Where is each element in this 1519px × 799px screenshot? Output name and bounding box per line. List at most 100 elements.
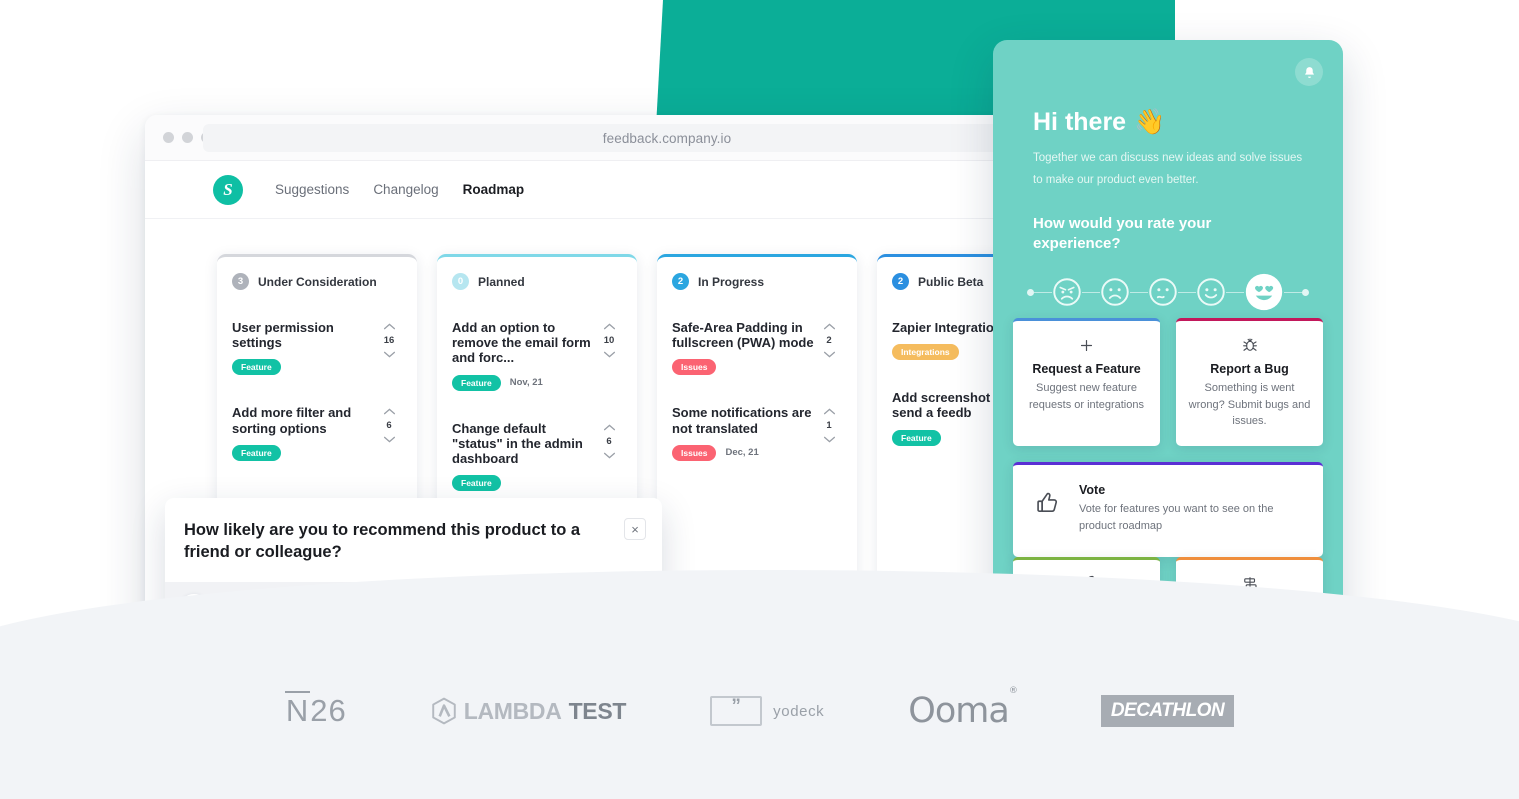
widget-rating-question: How would you rate your experience?	[1033, 214, 1212, 253]
card-title: Request a Feature	[1032, 362, 1141, 376]
chevron-up-icon[interactable]	[823, 407, 836, 416]
scale-line	[1178, 291, 1196, 294]
logo-n26: N26	[284, 691, 347, 729]
column-header: 3 Under Consideration	[232, 273, 402, 290]
tag-badge: Feature	[232, 444, 281, 461]
vote-control[interactable]: 10	[596, 320, 622, 391]
ooma-text: Ooma	[908, 691, 1010, 731]
column-count-badge: 0	[452, 273, 469, 290]
column-title: Public Beta	[918, 274, 984, 289]
card-date: Dec, 21	[725, 447, 759, 459]
scale-line	[1284, 291, 1302, 294]
logo-n26-number: 26	[310, 693, 347, 728]
chevron-up-icon[interactable]	[383, 322, 396, 331]
roadmap-card[interactable]: Change default "status" in the admin das…	[452, 421, 622, 492]
waving-hand-icon: 👋	[1134, 108, 1166, 136]
roadmap-card-title: Change default "status" in the admin das…	[452, 420, 583, 467]
yodeck-quote-icon: ”	[710, 696, 763, 726]
roadmap-card-title: Add an option to remove the email form a…	[452, 320, 591, 366]
card-title: Vote	[1079, 483, 1106, 498]
vote-control[interactable]: 16	[376, 320, 402, 375]
vote-control[interactable]: 6	[376, 405, 402, 460]
request-a-feature-card[interactable]: Request a Feature Suggest new feature re…	[1013, 318, 1160, 447]
plus-icon	[1025, 335, 1148, 355]
widget-greeting: Hi there 👋	[993, 40, 1343, 137]
roadmap-card[interactable]: Some notifications are not translated Is…	[672, 405, 842, 461]
tag-badge: Integrations	[892, 344, 959, 361]
page-root: feedback.company.io S Suggestions Change…	[0, 0, 1519, 799]
chevron-up-icon[interactable]	[823, 322, 836, 331]
roadmap-card-meta: Feature	[232, 444, 376, 461]
chevron-down-icon[interactable]	[383, 350, 396, 359]
nav-item-changelog[interactable]: Changelog	[373, 182, 438, 197]
scale-line	[1130, 291, 1148, 294]
widget-greeting-text: Hi there	[1033, 108, 1127, 136]
ooma-registered-icon: ®	[1008, 686, 1018, 697]
chevron-down-icon[interactable]	[603, 451, 616, 460]
logo-ooma: Ooma®	[908, 686, 1018, 731]
chevron-up-icon[interactable]	[383, 407, 396, 416]
smiling-face-icon[interactable]	[1196, 277, 1226, 307]
column-title: Planned	[478, 274, 525, 289]
tag-badge: Feature	[452, 374, 501, 391]
tag-badge: Feature	[452, 475, 501, 492]
nps-question: How likely are you to recommend this pro…	[184, 521, 581, 561]
vote-count: 10	[603, 335, 615, 346]
angry-face-icon[interactable]	[1052, 277, 1082, 307]
vote-count: 1	[826, 420, 832, 432]
notifications-button[interactable]	[1295, 58, 1323, 86]
roadmap-card-title: User permission settings	[232, 320, 334, 351]
lambdatest-text-1: LAMBDA	[463, 697, 562, 724]
tag-badge: Issues	[672, 444, 717, 461]
roadmap-card[interactable]: Add an option to remove the email form a…	[452, 320, 622, 391]
column-count-badge: 2	[892, 273, 909, 290]
minimize-window-dot[interactable]	[182, 132, 193, 143]
bell-icon	[1304, 66, 1314, 78]
card-description: Something is went wrong? Submit bugs and…	[1188, 382, 1311, 428]
roadmap-card-meta: Issues Dec, 21	[672, 444, 816, 461]
chevron-up-icon[interactable]	[603, 423, 616, 432]
vote-card[interactable]: Vote Vote for features you want to see o…	[1013, 462, 1323, 557]
chevron-up-icon[interactable]	[603, 322, 616, 331]
close-icon[interactable]: ×	[624, 518, 646, 540]
roadmap-card-meta: Feature	[232, 359, 376, 376]
scale-line	[1226, 291, 1244, 294]
roadmap-card-title: Add more filter and sorting options	[232, 405, 352, 436]
action-card-row: Request a Feature Suggest new feature re…	[1013, 318, 1323, 447]
heart-eyes-face-icon[interactable]	[1244, 272, 1284, 312]
column-count-badge: 3	[232, 273, 249, 290]
yodeck-text: yodeck	[773, 702, 825, 720]
chevron-down-icon[interactable]	[823, 350, 836, 359]
scale-line	[1082, 291, 1100, 294]
vote-control[interactable]: 1	[816, 405, 842, 460]
brand-logo[interactable]: S	[213, 174, 243, 205]
logo-yodeck: ” yodeck	[710, 696, 824, 726]
customer-logo-strip: N26 LAMBDA TEST ” yodeck Ooma® DECATHLON	[0, 685, 1519, 737]
card-description: Vote for features you want to see on the…	[1079, 503, 1274, 532]
card-title: Report a Bug	[1210, 362, 1289, 376]
roadmap-card[interactable]: Add more filter and sorting options Feat…	[232, 405, 402, 461]
chevron-down-icon[interactable]	[383, 435, 396, 444]
sad-face-icon[interactable]	[1100, 277, 1130, 307]
column-header: 2 In Progress	[672, 273, 842, 290]
window-controls[interactable]	[145, 132, 212, 143]
roadmap-card[interactable]: User permission settings Feature 16	[232, 320, 402, 376]
vote-control[interactable]: 2	[816, 320, 842, 375]
confused-face-icon[interactable]	[1148, 277, 1178, 307]
bug-icon	[1188, 335, 1311, 355]
chevron-down-icon[interactable]	[603, 350, 616, 359]
address-bar[interactable]: feedback.company.io	[203, 124, 1131, 152]
column-title: In Progress	[698, 274, 765, 289]
roadmap-card-meta: Feature Nov, 21	[452, 374, 596, 391]
report-a-bug-card[interactable]: Report a Bug Something is went wrong? Su…	[1176, 318, 1323, 447]
close-window-dot[interactable]	[163, 132, 174, 143]
nav-item-suggestions[interactable]: Suggestions	[275, 182, 349, 197]
roadmap-card-title: Some notifications are not translated	[672, 405, 812, 436]
widget-subtitle: Together we can discuss new ideas and so…	[1033, 152, 1303, 187]
roadmap-card[interactable]: Safe-Area Padding in fullscreen (PWA) mo…	[672, 320, 842, 376]
feedback-widget: Hi there 👋 Together we can discuss new i…	[993, 40, 1343, 640]
chevron-down-icon[interactable]	[823, 435, 836, 444]
vote-control[interactable]: 6	[596, 421, 622, 492]
roadmap-card-title: Safe-Area Padding in fullscreen (PWA) mo…	[672, 320, 814, 351]
nav-item-roadmap[interactable]: Roadmap	[463, 182, 525, 197]
